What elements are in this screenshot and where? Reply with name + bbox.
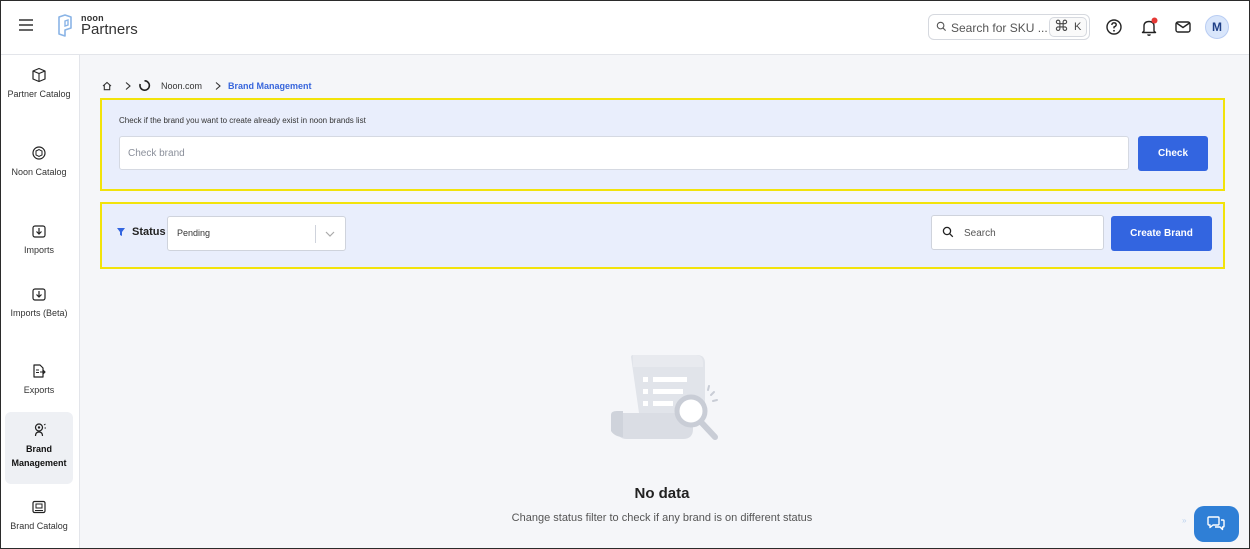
shortcut-key: K (1074, 21, 1082, 33)
help-icon[interactable] (1102, 15, 1126, 39)
brand-catalog-icon (32, 500, 46, 514)
status-dropdown-value: Pending (177, 228, 211, 238)
sidebar-item-label: Brand Management (11, 444, 67, 468)
catalog-icon (32, 146, 46, 160)
sidebar-item-label: Imports (23, 245, 54, 255)
breadcrumb-site[interactable]: Noon.com (161, 78, 202, 94)
check-brand-input[interactable] (119, 136, 1129, 170)
shortcut-badge: ⌘ K (1049, 17, 1087, 37)
chat-handle: » (1182, 516, 1187, 525)
export-icon (33, 364, 46, 378)
box-icon (32, 67, 46, 83)
check-brand-panel: Check if the brand you want to create al… (100, 98, 1225, 191)
chat-support-button[interactable] (1194, 506, 1239, 542)
home-icon[interactable] (102, 81, 112, 91)
chat-icon (1207, 516, 1225, 531)
top-bar: noon Partners Search for SKU ... ⌘ K M (1, 1, 1249, 55)
check-button[interactable]: Check (1138, 136, 1208, 171)
menu-icon[interactable] (19, 19, 33, 31)
sidebar-item-brand-management[interactable]: Brand Management (5, 412, 73, 484)
status-dropdown[interactable]: Pending (167, 216, 346, 251)
create-brand-button[interactable]: Create Brand (1111, 216, 1212, 251)
noon-logo-icon (58, 14, 72, 37)
chevron-right-icon (125, 82, 131, 90)
bell-icon[interactable] (1137, 15, 1161, 39)
sidebar-item-imports[interactable]: Imports (5, 223, 73, 259)
command-icon: ⌘ (1054, 18, 1069, 35)
sidebar-item-noon-catalog[interactable]: Noon Catalog (5, 145, 73, 197)
sidebar-item-imports-beta[interactable]: Imports (Beta) (5, 286, 73, 338)
global-search-placeholder: Search for SKU ... (951, 21, 1048, 35)
sidebar-item-exports[interactable]: Exports (5, 363, 73, 399)
status-filter-label: Status (132, 226, 166, 238)
brand-search-input[interactable] (962, 224, 1096, 242)
chevron-down-icon[interactable] (324, 228, 336, 240)
sidebar-item-partner-catalog[interactable]: Partner Catalog (5, 67, 73, 119)
avatar[interactable]: M (1205, 15, 1229, 39)
search-icon (942, 226, 954, 238)
sidebar-item-label: Noon Catalog (11, 167, 67, 177)
brand-name: Partners (81, 21, 138, 38)
brand-search (931, 215, 1104, 250)
filter-panel: Status Pending Create Brand (100, 202, 1225, 269)
chevron-right-icon (215, 82, 221, 90)
no-data-illustration (611, 355, 718, 440)
empty-state-subtitle: Change status filter to check if any bra… (511, 512, 813, 524)
empty-state-title: No data (634, 485, 690, 502)
loading-icon (139, 79, 151, 91)
brand-icon (34, 423, 46, 437)
mail-icon[interactable] (1171, 15, 1195, 39)
sidebar-item-label: Exports (23, 385, 55, 395)
sidebar-item-label: Imports (Beta) (10, 308, 68, 318)
check-brand-label: Check if the brand you want to create al… (119, 116, 366, 125)
filter-icon (117, 228, 125, 236)
sidebar-item-label: Brand Catalog (10, 521, 68, 531)
dropdown-separator (315, 225, 316, 243)
breadcrumb-current: Brand Management (228, 81, 312, 91)
import-icon (32, 225, 46, 238)
sidebar-item-brand-catalog[interactable]: Brand Catalog (5, 499, 73, 548)
sidebar: Partner Catalog Noon Catalog Imports Imp… (1, 55, 80, 548)
import-beta-icon (32, 288, 46, 301)
global-search[interactable]: Search for SKU ... ⌘ K (928, 14, 1090, 40)
app-window: noon Partners Search for SKU ... ⌘ K M P… (0, 0, 1250, 549)
search-icon (936, 21, 947, 32)
sidebar-item-label: Partner Catalog (7, 89, 71, 99)
